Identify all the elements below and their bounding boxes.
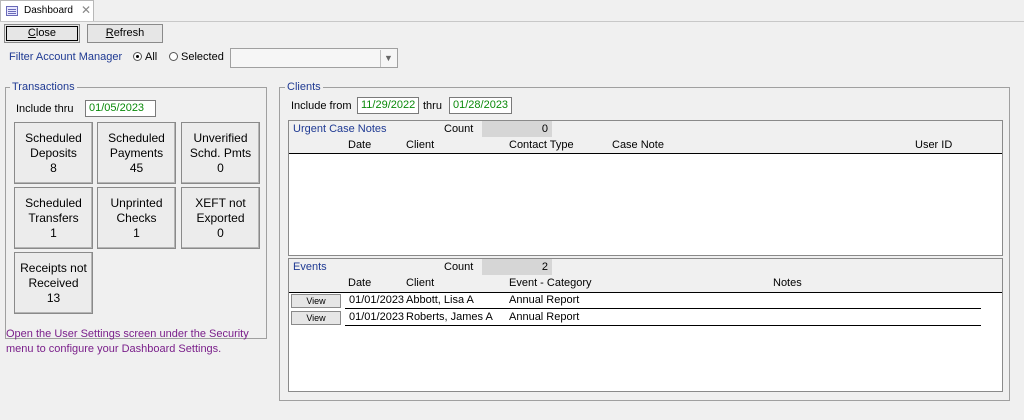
column-header-event-category: Event - Category [509, 277, 592, 289]
include-from-label: Include from [291, 100, 352, 112]
chevron-down-icon[interactable]: ▼ [380, 50, 396, 67]
unverified-schd-pmts-button[interactable]: Unverified Schd. Pmts 0 [181, 122, 260, 184]
radio-selected-label: Selected [181, 51, 224, 63]
column-header-case-note: Case Note [612, 139, 664, 151]
clients-title: Clients [285, 81, 323, 93]
events-header [289, 259, 1002, 292]
document-tab-strip [0, 0, 1024, 22]
unprinted-checks-button[interactable]: Unprinted Checks 1 [97, 187, 176, 249]
column-header-client: Client [406, 139, 435, 151]
event-category: Annual Report [509, 294, 580, 306]
case-notes-count-label: Count [444, 123, 474, 135]
transactions-title: Transactions [10, 81, 77, 93]
scheduled-deposits-button[interactable]: Scheduled Deposits 8 [14, 122, 93, 184]
events-title: Events [293, 261, 327, 273]
case-notes-divider [289, 153, 1002, 154]
refresh-label: efresh [113, 27, 145, 39]
refresh-mnemonic: R [105, 27, 114, 39]
events-count-value: 2 [482, 259, 552, 275]
radio-selected[interactable] [169, 52, 178, 61]
scheduled-transfers-button[interactable]: Scheduled Transfers 1 [14, 187, 93, 249]
event-client: Abbott, Lisa A [406, 294, 474, 306]
filter-account-manager-label: Filter Account Manager [9, 51, 123, 63]
events-count-label: Count [444, 261, 474, 273]
radio-all[interactable] [133, 52, 142, 61]
column-header-notes: Notes [773, 277, 802, 289]
close-label: lose [35, 27, 57, 39]
close-button[interactable]: Close [4, 24, 80, 43]
tab-label: Dashboard [24, 5, 73, 16]
close-mnemonic: C [27, 27, 36, 39]
events-subform: Events Count 2 Date Client Event - Categ… [288, 258, 1003, 392]
thru-date-field[interactable]: 01/28/2023 [449, 97, 512, 114]
dashboard-settings-hint-line1: Open the User Settings screen under the … [6, 328, 249, 340]
urgent-case-notes-subform: Urgent Case Notes Count 0 Date Client Co… [288, 120, 1003, 256]
case-notes-count-value: 0 [482, 121, 552, 137]
close-tab-icon[interactable]: ✕ [81, 3, 91, 17]
event-date: 01/01/2023 [349, 294, 405, 306]
event-category: Annual Report [509, 311, 580, 323]
include-thru-label: Include thru [16, 103, 74, 115]
xeft-not-exported-button[interactable]: XEFT not Exported 0 [181, 187, 260, 249]
view-button[interactable]: View [291, 311, 341, 325]
table-row[interactable]: View 01/01/2023 Abbott, Lisa A Annual Re… [289, 293, 1002, 309]
tab-dashboard[interactable]: Dashboard ✕ [0, 0, 94, 21]
thru-label: thru [423, 100, 442, 112]
scheduled-payments-button[interactable]: Scheduled Payments 45 [97, 122, 176, 184]
column-header-date: Date [348, 277, 372, 289]
column-header-user-id: User ID [915, 139, 953, 151]
refresh-button[interactable]: Refresh [87, 24, 163, 43]
event-date: 01/01/2023 [349, 311, 405, 323]
view-button[interactable]: View [291, 294, 341, 308]
row-divider [345, 308, 981, 309]
include-thru-date-field[interactable]: 01/05/2023 [85, 100, 156, 117]
account-manager-dropdown[interactable]: ▼ [230, 48, 398, 68]
column-header-date: Date [348, 139, 372, 151]
receipts-not-received-button[interactable]: Receipts not Received 13 [14, 252, 93, 314]
radio-all-label: All [145, 51, 158, 63]
dashboard-settings-hint-line2: menu to configure your Dashboard Setting… [6, 343, 222, 355]
urgent-case-notes-title: Urgent Case Notes [293, 123, 387, 135]
include-from-date-field[interactable]: 11/29/2022 [357, 97, 419, 114]
row-divider [345, 325, 981, 326]
event-client: Roberts, James A [406, 311, 493, 323]
column-header-client: Client [406, 277, 435, 289]
form-icon [6, 6, 18, 16]
column-header-contact-type: Contact Type [509, 139, 574, 151]
table-row[interactable]: View 01/01/2023 Roberts, James A Annual … [289, 310, 1002, 326]
